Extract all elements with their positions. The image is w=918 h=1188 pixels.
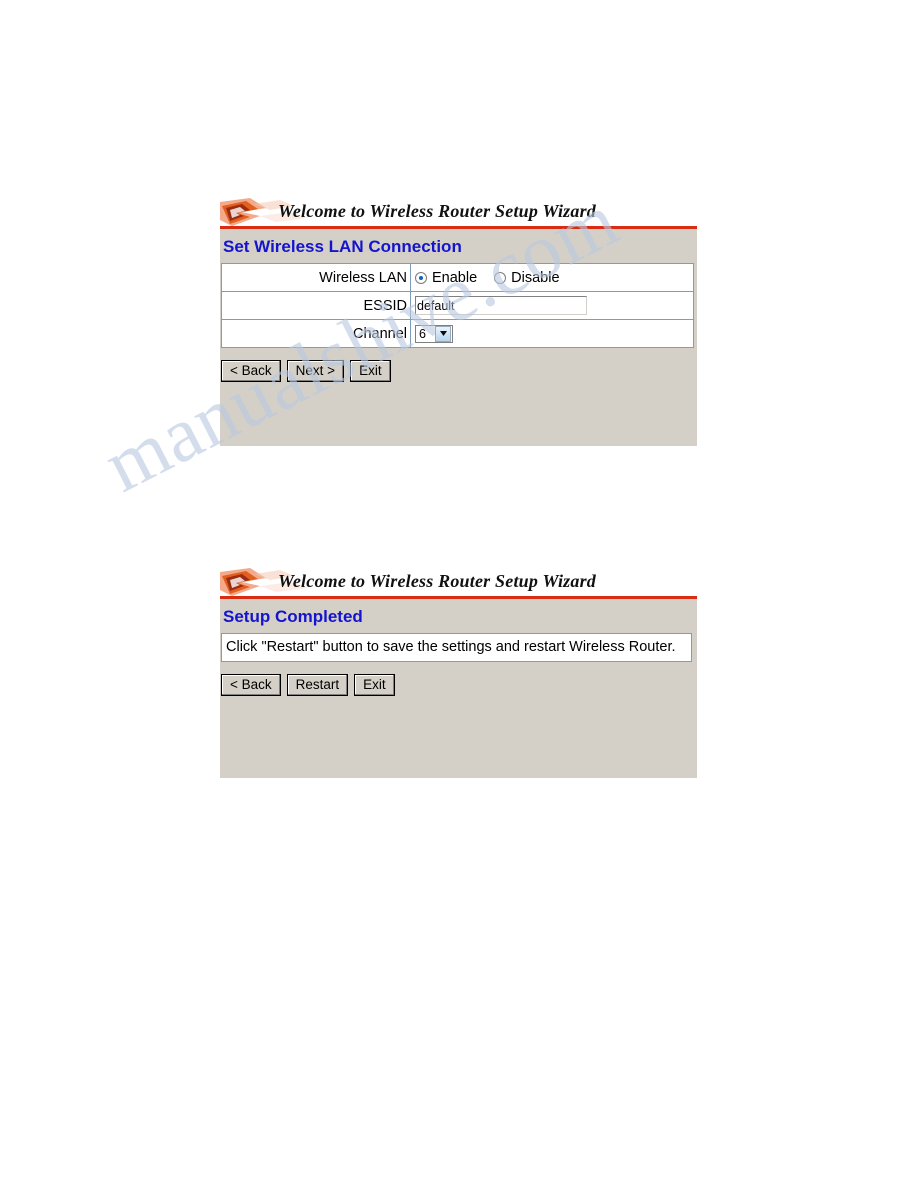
radio-enable-label: Enable [432,269,478,286]
table-row-essid: ESSID [221,291,694,320]
back-button[interactable]: < Back [221,360,281,382]
table-row-wireless-lan: Wireless LAN Enable Disable [221,263,694,292]
row-value-wireless-lan: Enable Disable [410,263,694,292]
banner-title: Welcome to Wireless Router Setup Wizard [278,201,596,221]
wizard-banner: Welcome to Wireless Router Setup Wizard [220,198,697,229]
button-row-wireless-lan: < Back Next > Exit [220,348,697,382]
exit-button[interactable]: Exit [350,360,391,382]
radio-enable[interactable] [415,271,427,284]
section-title: Set Wireless LAN Connection [223,237,462,256]
exit-button[interactable]: Exit [354,674,395,696]
channel-select[interactable]: 6 [415,324,453,343]
table-row-channel: Channel 6 [221,319,694,348]
row-value-channel: 6 [410,319,694,348]
chevron-down-icon[interactable] [435,325,451,342]
row-label-wireless-lan: Wireless LAN [221,263,411,292]
wizard-panel-setup-completed: Welcome to Wireless Router Setup Wizard … [220,568,697,778]
essid-input[interactable] [415,296,587,315]
row-label-essid: ESSID [221,291,411,320]
radio-disable[interactable] [494,271,507,284]
button-row-setup-completed: < Back Restart Exit [220,662,697,696]
wizard-panel-wireless-lan: Welcome to Wireless Router Setup Wizard … [220,198,697,446]
wireless-lan-form: Wireless LAN Enable Disable ESSID Channe… [221,263,694,348]
row-value-essid [410,291,694,320]
back-button[interactable]: < Back [221,674,281,696]
banner-title: Welcome to Wireless Router Setup Wizard [278,571,596,591]
restart-button[interactable]: Restart [286,674,349,696]
row-label-channel: Channel [221,319,411,348]
wizard-banner: Welcome to Wireless Router Setup Wizard [220,568,697,599]
next-button[interactable]: Next > [286,360,345,382]
radio-disable-label: Disable [511,269,560,286]
completion-message: Click "Restart" button to save the setti… [221,633,692,662]
section-title: Setup Completed [223,607,363,626]
channel-select-value: 6 [419,326,426,341]
